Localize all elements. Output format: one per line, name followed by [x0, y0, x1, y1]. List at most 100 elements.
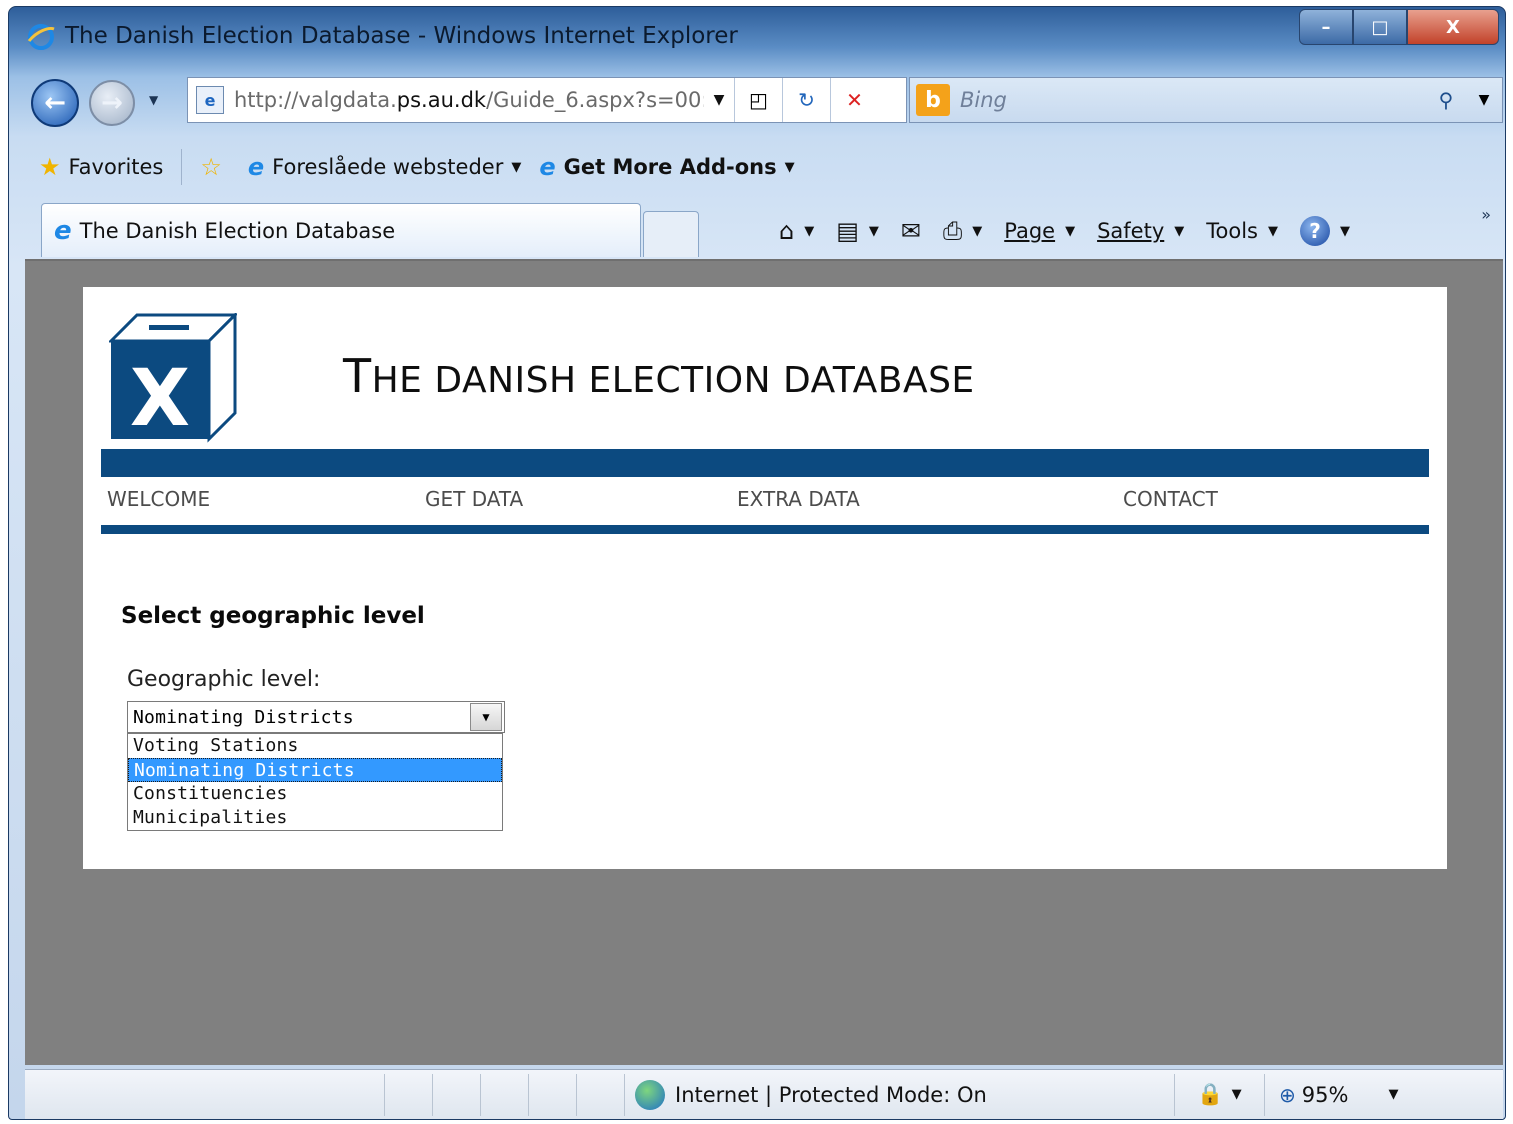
more-commands-icon[interactable]: » — [1481, 205, 1491, 224]
new-tab-button[interactable] — [643, 211, 699, 257]
status-segment — [385, 1073, 433, 1116]
nav-underline-bar — [101, 525, 1429, 534]
ballot-box-logo-icon: X — [109, 313, 237, 443]
globe-icon — [635, 1079, 665, 1110]
window-controls: – □ X — [1299, 9, 1499, 45]
tools-menu[interactable]: Tools ▼ — [1206, 219, 1278, 243]
search-icon[interactable]: ⚲ — [1426, 88, 1466, 112]
chevron-down-icon: ▼ — [868, 223, 879, 239]
back-button[interactable]: ← — [31, 79, 79, 127]
back-arrow-icon: ← — [44, 88, 66, 118]
get-addons-link[interactable]: e Get More Add-ons ▼ — [539, 153, 794, 181]
chevron-down-icon: ▼ — [1065, 223, 1076, 239]
ie-logo-icon — [27, 24, 55, 50]
safety-menu[interactable]: Safety ▼ — [1097, 219, 1184, 243]
chevron-down-icon: ▼ — [1174, 223, 1185, 239]
page-menu-label: Page — [1004, 219, 1056, 243]
nav-get-data-link[interactable]: GET DATA — [425, 487, 523, 511]
site-title: THE DANISH ELECTION DATABASE — [343, 349, 975, 403]
tab-danish-election-database[interactable]: e The Danish Election Database — [41, 203, 641, 257]
chevron-down-icon: ▼ — [972, 223, 983, 239]
add-favorite-star-icon: ☆ — [200, 153, 222, 181]
nav-welcome-link[interactable]: WELCOME — [107, 487, 210, 511]
chevron-down-icon: ▼ — [804, 223, 815, 239]
search-input[interactable]: Bing — [960, 88, 1426, 112]
section-heading: Select geographic level — [121, 603, 425, 629]
svg-text:X: X — [130, 354, 190, 443]
geographic-level-options: Voting Stations Nominating Districts Con… — [127, 733, 503, 831]
favorites-label: Favorites — [68, 155, 164, 179]
maximize-button[interactable]: □ — [1353, 9, 1407, 45]
zoom-control[interactable]: ⊕ 95% ▼ — [1265, 1083, 1398, 1107]
option-constituencies[interactable]: Constituencies — [128, 782, 502, 806]
suggested-sites-link[interactable]: e Foreslåede websteder ▼ — [248, 153, 521, 181]
star-icon: ★ — [39, 153, 61, 181]
address-bar[interactable]: e http://valgdata.ps.au.dk/Guide_6.aspx?… — [187, 77, 907, 123]
help-icon: ? — [1300, 216, 1330, 246]
read-mail-button[interactable]: ✉ — [901, 217, 921, 245]
status-segment — [433, 1073, 481, 1116]
site-navigation: WELCOME GET DATA EXTRA DATA CONTACT — [101, 487, 1429, 521]
status-text-segment — [25, 1073, 385, 1116]
get-addons-label: Get More Add-ons — [563, 155, 777, 179]
forward-button[interactable]: → — [89, 80, 135, 126]
ie-page-icon: e — [539, 153, 556, 181]
option-voting-stations[interactable]: Voting Stations — [128, 734, 502, 758]
home-button[interactable]: ⌂ ▼ — [779, 217, 814, 245]
command-bar: ⌂ ▼ ▤ ▼ ✉ ⎙ ▼ Page ▼ Safety ▼ Tools ▼ ? ▼ — [779, 211, 1372, 251]
print-button[interactable]: ⎙ ▼ — [943, 217, 982, 245]
security-zone-label: Internet | Protected Mode: On — [675, 1082, 987, 1107]
close-button[interactable]: X — [1407, 9, 1499, 45]
chevron-down-icon: ▼ — [1340, 223, 1350, 239]
nav-contact-link[interactable]: CONTACT — [1123, 487, 1218, 511]
tab-title: The Danish Election Database — [79, 218, 396, 243]
address-dropdown-icon[interactable]: ▼ — [704, 92, 734, 108]
printer-icon: ⎙ — [943, 217, 963, 245]
status-segment — [481, 1073, 529, 1116]
minimize-button[interactable]: – — [1299, 9, 1353, 45]
option-municipalities[interactable]: Municipalities — [128, 806, 502, 830]
status-bar: Internet | Protected Mode: On 🔒 ▼ ⊕ 95% … — [25, 1069, 1503, 1119]
page-menu[interactable]: Page ▼ — [1004, 219, 1075, 243]
chevron-down-icon: ▼ — [1231, 1087, 1242, 1102]
ie-icon: e — [247, 153, 265, 181]
help-menu[interactable]: ? ▼ — [1300, 216, 1350, 246]
recent-pages-dropdown[interactable]: ▼ — [149, 93, 158, 107]
zoom-icon: ⊕ — [1279, 1082, 1296, 1107]
favorites-bar: ★ Favorites ☆ e Foreslåede websteder ▼ e… — [21, 139, 1509, 195]
favorites-button[interactable]: ★ Favorites — [39, 153, 163, 181]
browser-window: The Danish Election Database - Windows I… — [8, 6, 1506, 1120]
stop-icon[interactable]: ✕ — [830, 78, 878, 122]
address-url[interactable]: http://valgdata.ps.au.dk/Guide_6.aspx?s=… — [234, 88, 704, 112]
selected-value: Nominating Districts — [133, 706, 354, 728]
status-segment — [577, 1073, 625, 1116]
search-options-dropdown[interactable]: ▼ — [1466, 92, 1502, 108]
page-content: X THE DANISH ELECTION DATABASE WELCOME G… — [83, 287, 1447, 869]
mail-icon: ✉ — [900, 217, 922, 245]
geographic-level-select[interactable]: Nominating Districts ▼ — [127, 701, 505, 733]
compatibility-view-icon[interactable]: ◰ — [734, 78, 782, 122]
window-title: The Danish Election Database - Windows I… — [65, 23, 738, 49]
page-viewport: X THE DANISH ELECTION DATABASE WELCOME G… — [25, 259, 1503, 1065]
zoom-level: 95% — [1301, 1082, 1349, 1107]
add-to-favorites-button[interactable]: ☆ — [200, 153, 230, 181]
security-zone[interactable]: Internet | Protected Mode: On — [625, 1073, 1175, 1116]
option-nominating-districts[interactable]: Nominating Districts — [128, 758, 502, 782]
lock-icon: 🔒 — [1197, 1082, 1224, 1106]
feeds-button[interactable]: ▤ ▼ — [836, 217, 879, 245]
chevron-down-icon: ▼ — [1268, 223, 1278, 239]
dropdown-arrow-icon[interactable]: ▼ — [470, 703, 502, 731]
chevron-down-icon: ▼ — [1388, 1087, 1399, 1102]
protected-mode-button[interactable]: 🔒 ▼ — [1175, 1073, 1265, 1116]
nav-extra-data-link[interactable]: EXTRA DATA — [737, 487, 860, 511]
rss-feed-icon: ▤ — [836, 217, 859, 245]
tools-menu-label: Tools — [1206, 219, 1258, 243]
safety-menu-label: Safety — [1097, 219, 1165, 243]
search-box[interactable]: b Bing ⚲ ▼ — [909, 77, 1503, 123]
home-icon: ⌂ — [779, 217, 795, 245]
geographic-level-label: Geographic level: — [127, 667, 321, 692]
forward-arrow-icon: → — [101, 88, 123, 118]
suggested-sites-label: Foreslåede websteder — [272, 155, 504, 179]
title-bar: The Danish Election Database - Windows I… — [9, 7, 1505, 63]
refresh-icon[interactable]: ↻ — [782, 78, 830, 122]
